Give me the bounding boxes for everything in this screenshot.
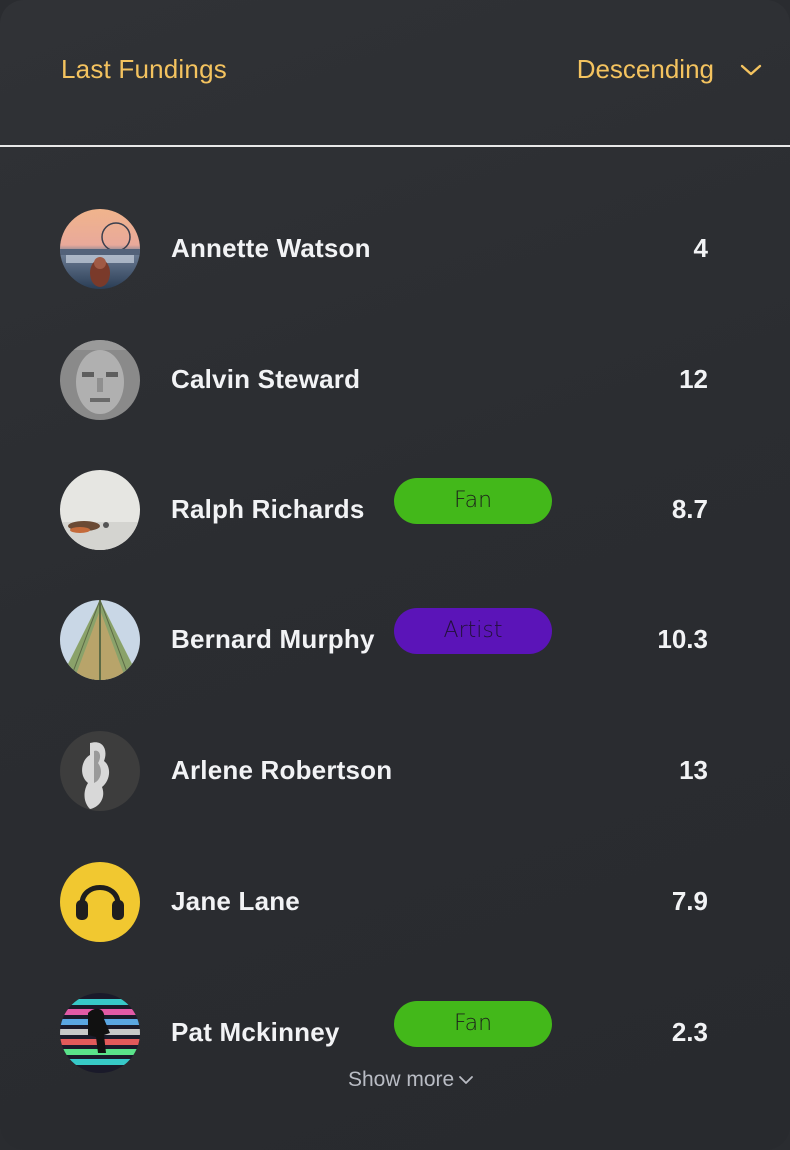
row-value: 10.3 [657, 624, 708, 654]
funding-row[interactable]: Annette Watson 4 [0, 209, 790, 291]
card-title: Last Fundings [61, 54, 227, 84]
avatar [60, 731, 140, 811]
last-fundings-card: Last Fundings Descending Annette Watson … [0, 0, 790, 1150]
avatar [60, 600, 140, 680]
row-value: 7.9 [671, 886, 708, 916]
row-name: Jane Lane [171, 886, 300, 916]
avatar [60, 209, 140, 289]
show-more-button[interactable]: Show more [348, 1068, 474, 1092]
header-divider [0, 145, 790, 147]
row-value: 13 [679, 755, 708, 785]
row-value: 8.7 [671, 494, 708, 524]
role-badge: Artist [394, 608, 552, 654]
row-value: 2.3 [671, 1017, 708, 1047]
funding-row[interactable]: Bernard Murphy Artist 10.3 [0, 600, 790, 682]
row-name: Bernard Murphy [171, 624, 375, 654]
row-value: 4 [693, 233, 708, 263]
chevron-down-icon [740, 64, 762, 75]
funding-row[interactable]: Pat Mckinney Fan 2.3 [0, 993, 790, 1075]
row-value: 12 [679, 364, 708, 394]
sort-dropdown[interactable]: Descending [577, 54, 762, 85]
avatar [60, 340, 140, 420]
row-name: Ralph Richards [171, 494, 365, 524]
row-name: Pat Mckinney [171, 1017, 340, 1047]
avatar [60, 993, 140, 1073]
funding-row[interactable]: Arlene Robertson 13 [0, 731, 790, 813]
show-more-label: Show more [348, 1068, 455, 1091]
avatar [60, 470, 140, 550]
role-badge: Fan [394, 478, 552, 524]
funding-row[interactable]: Jane Lane 7.9 [0, 862, 790, 944]
row-name: Calvin Steward [171, 364, 361, 394]
row-name: Arlene Robertson [171, 755, 393, 785]
role-badge: Fan [394, 1001, 552, 1047]
funding-row[interactable]: Ralph Richards Fan 8.7 [0, 470, 790, 552]
row-name: Annette Watson [171, 233, 371, 263]
avatar [60, 862, 140, 942]
funding-row[interactable]: Calvin Steward 12 [0, 340, 790, 422]
sort-dropdown-label: Descending [576, 54, 714, 84]
chevron-down-icon [459, 1076, 474, 1084]
